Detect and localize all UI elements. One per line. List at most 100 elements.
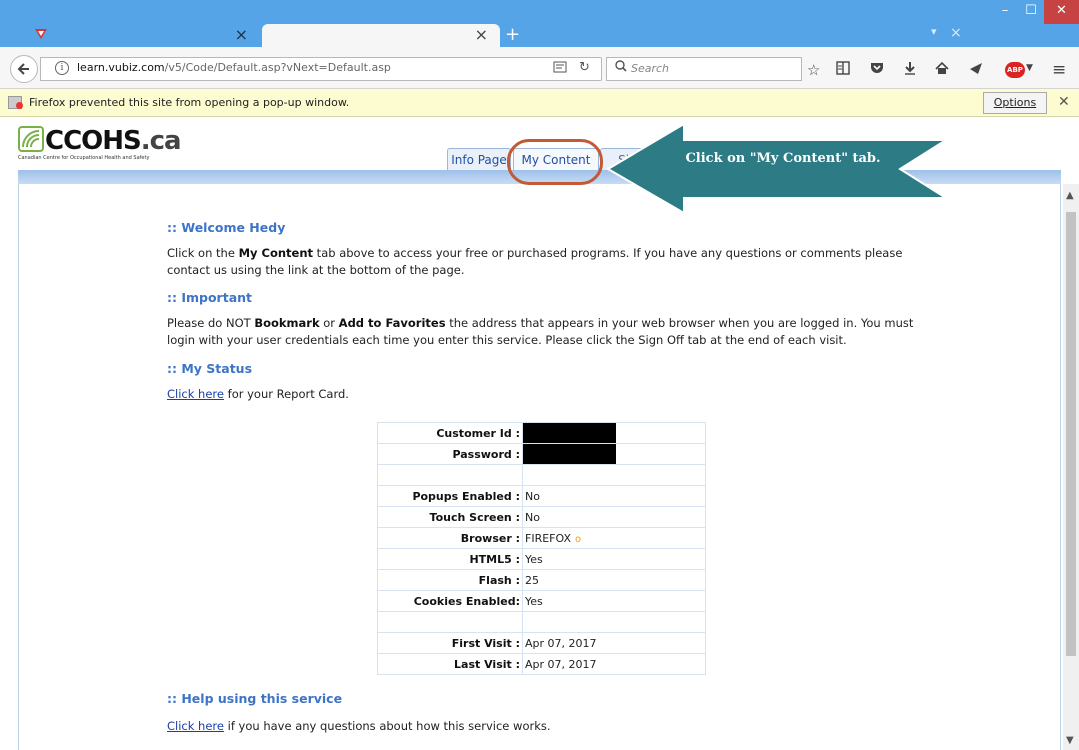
status-value: Apr 07, 2017 xyxy=(522,632,706,654)
status-value xyxy=(522,422,706,444)
table-row: Cookies Enabled: Yes xyxy=(377,590,706,612)
reader-view-icon[interactable] xyxy=(553,61,567,76)
status-key xyxy=(377,611,523,633)
status-key: Password : xyxy=(377,443,523,465)
redacted-value xyxy=(523,423,616,443)
status-key: Popups Enabled : xyxy=(377,485,523,507)
status-heading: :: My Status xyxy=(167,361,253,376)
reload-icon[interactable]: ↻ xyxy=(579,60,590,75)
close-tab-icon[interactable]: × xyxy=(235,25,248,44)
url-text[interactable]: learn.vubiz.com/v5/Code/Default.asp?vNex… xyxy=(77,61,391,74)
report-card-line: Click here for your Report Card. xyxy=(167,387,349,401)
scroll-down-icon[interactable]: ▼ xyxy=(1066,735,1074,746)
table-row xyxy=(377,611,706,633)
back-button[interactable] xyxy=(10,55,38,83)
status-key: Flash : xyxy=(377,569,523,591)
status-key: First Visit : xyxy=(377,632,523,654)
welcome-text: Click on the My Content tab above to acc… xyxy=(167,246,903,277)
help-line: Click here if you have any questions abo… xyxy=(167,719,551,733)
table-row: Last Visit : Apr 07, 2017 xyxy=(377,653,706,675)
popup-message: Firefox prevented this site from opening… xyxy=(29,96,350,109)
status-value: Yes xyxy=(522,590,706,612)
new-tab-button[interactable]: + xyxy=(505,24,520,45)
bookmarks-list-icon[interactable] xyxy=(836,61,850,79)
popup-blocked-notification: Firefox prevented this site from opening… xyxy=(0,89,1079,117)
table-row: Flash :25 xyxy=(377,569,706,591)
status-value-text: Yes xyxy=(525,552,543,566)
pocket-icon[interactable] xyxy=(870,61,884,79)
status-value-text: FIREFOX xyxy=(525,531,571,545)
status-value-text: Yes xyxy=(525,594,543,608)
browser-tab-2[interactable]: × xyxy=(262,24,500,47)
status-key: Last Visit : xyxy=(377,653,523,675)
table-row: Customer Id : xyxy=(377,422,706,444)
tab-info-page[interactable]: Info Page xyxy=(447,148,511,171)
status-value xyxy=(522,611,706,633)
status-value-text: Apr 07, 2017 xyxy=(525,636,597,650)
table-row: Touch Screen : No xyxy=(377,506,706,528)
status-value-text: No xyxy=(525,489,540,503)
chevron-down-icon[interactable]: ▼ xyxy=(1026,63,1033,73)
browser-tab-1[interactable]: × xyxy=(14,24,260,47)
options-button[interactable]: Options xyxy=(983,92,1047,114)
scroll-up-icon[interactable]: ▲ xyxy=(1066,190,1074,201)
help-link[interactable]: Click here xyxy=(167,719,224,733)
close-tab-icon[interactable]: × xyxy=(475,25,488,44)
adblock-plus-icon[interactable]: ABP xyxy=(1005,62,1025,78)
status-key: HTML5 : xyxy=(377,548,523,570)
callout-text: Click on "My Content" tab. xyxy=(685,151,881,166)
search-input[interactable]: Search xyxy=(631,62,669,75)
table-row: HTML5 : Yes xyxy=(377,548,706,570)
tab-strip: × × + ▾ × – ☐ ✕ xyxy=(0,0,1079,47)
welcome-heading: :: Welcome Hedy xyxy=(167,220,286,235)
status-table: Customer Id : Password : Popups Enabled :N… xyxy=(377,422,706,675)
hamburger-menu-icon[interactable]: ≡ xyxy=(1052,60,1066,80)
status-value xyxy=(522,464,706,486)
scrollbar-thumb[interactable] xyxy=(1066,212,1076,656)
redacted-value xyxy=(523,444,616,464)
table-row xyxy=(377,464,706,486)
bookmark-star-icon[interactable]: ☆ xyxy=(807,61,820,79)
info-icon[interactable]: i xyxy=(55,61,69,75)
window-close-button[interactable]: ✕ xyxy=(1044,0,1079,24)
url-bar[interactable]: i learn.vubiz.com/v5/Code/Default.asp?vN… xyxy=(40,57,602,81)
report-card-link[interactable]: Click here xyxy=(167,387,224,401)
close-notification-icon[interactable]: ✕ xyxy=(1058,94,1070,110)
status-value: No xyxy=(522,506,706,528)
status-value: 25 xyxy=(522,569,706,591)
send-tab-icon[interactable] xyxy=(969,61,983,79)
status-value-text: Apr 07, 2017 xyxy=(525,657,597,671)
minimize-button[interactable]: – xyxy=(992,0,1018,24)
home-icon[interactable] xyxy=(935,61,949,79)
navigation-toolbar: i learn.vubiz.com/v5/Code/Default.asp?vN… xyxy=(0,47,1079,89)
downloads-icon[interactable] xyxy=(904,61,916,79)
status-key: Cookies Enabled: xyxy=(377,590,523,612)
browser-status-dot-icon: o xyxy=(574,533,582,545)
status-value-text: No xyxy=(525,510,540,524)
important-heading: :: Important xyxy=(167,290,253,305)
ccohs-logo[interactable]: CCOHS.ca Canadian Centre for Occupationa… xyxy=(18,126,182,161)
status-value xyxy=(522,443,706,465)
search-box[interactable]: Search xyxy=(606,57,802,81)
list-all-tabs-icon[interactable]: ▾ xyxy=(931,25,937,38)
important-text: Please do NOT Bookmark or Add to Favorit… xyxy=(167,316,914,347)
status-value: FIREFOX o xyxy=(522,527,706,549)
status-value: No xyxy=(522,485,706,507)
status-key xyxy=(377,464,523,486)
blocked-badge-icon xyxy=(16,102,23,109)
status-key: Touch Screen : xyxy=(377,506,523,528)
logo-text: CCOHS.ca xyxy=(18,126,182,154)
table-row: Browser : FIREFOX o xyxy=(377,527,706,549)
status-value: Yes xyxy=(522,548,706,570)
status-key: Customer Id : xyxy=(377,422,523,444)
close-icon[interactable]: × xyxy=(950,25,962,41)
table-row: First Visit : Apr 07, 2017 xyxy=(377,632,706,654)
maximize-button[interactable]: ☐ xyxy=(1018,0,1044,24)
help-heading: :: Help using this service xyxy=(167,691,343,706)
status-key: Browser : xyxy=(377,527,523,549)
highlight-circle xyxy=(507,139,603,185)
back-arrow-icon xyxy=(17,63,29,75)
status-value: Apr 07, 2017 xyxy=(522,653,706,675)
vivaldi-favicon-icon xyxy=(34,28,48,43)
table-row: Popups Enabled : No xyxy=(377,485,706,507)
